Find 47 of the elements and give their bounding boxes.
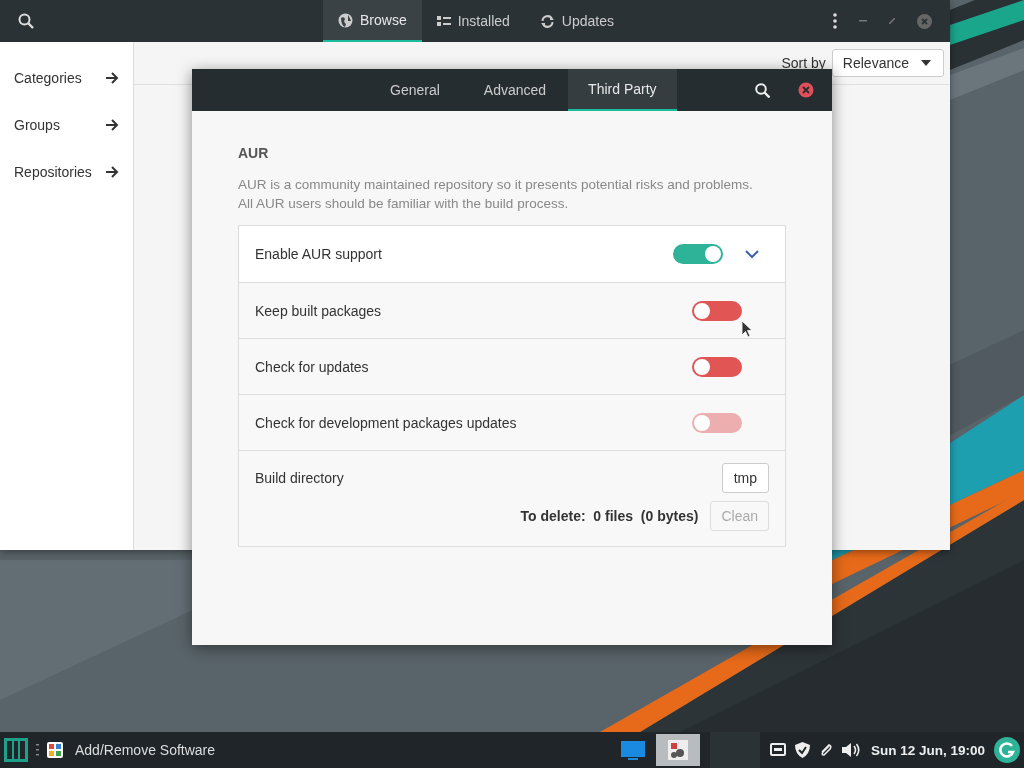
refresh-icon: [539, 13, 555, 29]
section-title: AUR: [238, 145, 270, 161]
dialog-tab[interactable]: Advanced: [461, 69, 569, 111]
menu-icon[interactable]: [833, 13, 837, 29]
toggle-switch[interactable]: [692, 300, 742, 321]
handle-icon[interactable]: [36, 744, 39, 756]
toggle-switch[interactable]: [692, 356, 742, 377]
dialog-tab[interactable]: Third Party: [568, 69, 677, 111]
header-tab[interactable]: Updates: [524, 0, 629, 42]
paperclip-icon[interactable]: [818, 742, 833, 758]
header-tab[interactable]: Installed: [421, 0, 525, 42]
search-icon[interactable]: [18, 13, 34, 29]
taskbar-app[interactable]: Add/Remove Software: [47, 742, 216, 758]
sidebar-item[interactable]: Categories: [0, 54, 133, 101]
setting-label: Enable AUR support: [255, 246, 383, 262]
list-icon: [436, 15, 451, 27]
taskbar-window-button[interactable]: [655, 734, 700, 766]
setting-label: Keep built packages: [255, 302, 383, 319]
sidebar-item[interactable]: Groups: [0, 101, 133, 148]
description-text: AUR is a community maintained repository so it presents potential risks and problems.: [238, 176, 754, 194]
sidebar-item[interactable]: Repositories: [0, 148, 133, 195]
search-icon[interactable]: [755, 82, 770, 98]
volume-icon[interactable]: [841, 742, 862, 758]
setting-label: Check for updates: [255, 358, 370, 375]
delete-summary: To delete: 0 files (0 bytes): [520, 508, 699, 524]
toggle-switch[interactable]: [673, 244, 723, 264]
arrow-icon: [106, 165, 119, 178]
sort-dropdown[interactable]: Relevance: [831, 49, 944, 77]
app-icon: [47, 742, 63, 758]
caret-icon: [921, 60, 931, 66]
header-tab[interactable]: Browse: [323, 0, 422, 42]
desktop-icon[interactable]: [619, 739, 646, 761]
arrow-icon: [106, 71, 119, 84]
description-text: All AUR users should be familiar with the build process.: [238, 195, 570, 213]
arrow-icon: [106, 118, 119, 131]
app-menu-icon[interactable]: [4, 738, 28, 762]
chevron-icon[interactable]: [745, 247, 759, 261]
close-icon[interactable]: [798, 82, 814, 98]
dialog-tab[interactable]: General: [368, 69, 462, 111]
shield-icon[interactable]: [794, 742, 810, 758]
clock-text: Sun 12 Jun, 19:00: [870, 742, 985, 758]
setting-label: Build directory: [255, 470, 345, 486]
network-icon[interactable]: [769, 743, 786, 757]
setting-label: Check for development packages updates: [255, 414, 518, 431]
globe-icon: [338, 12, 353, 28]
directory-button[interactable]: tmp: [721, 463, 769, 493]
update-icon[interactable]: [994, 737, 1020, 763]
